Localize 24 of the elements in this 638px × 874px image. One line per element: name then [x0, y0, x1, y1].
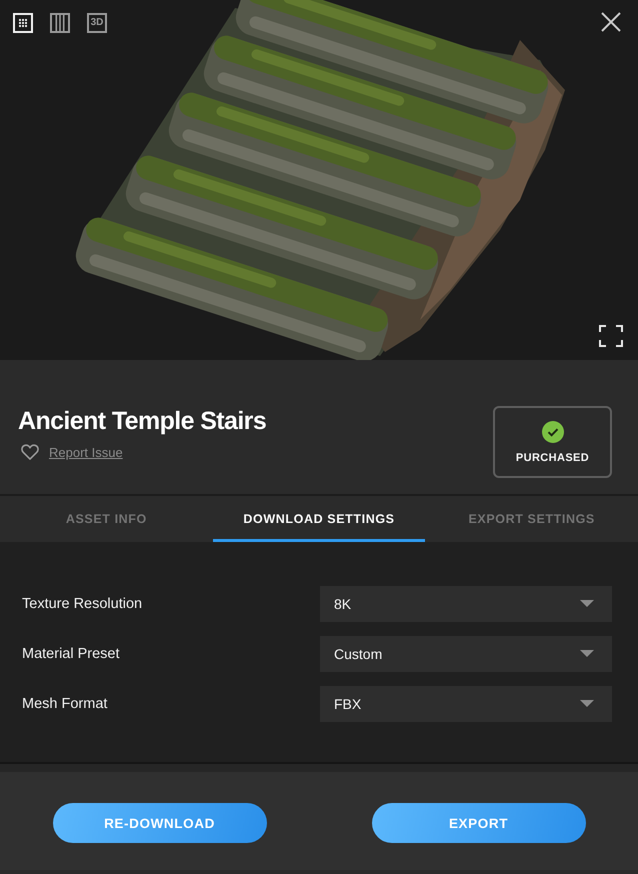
setting-label: Material Preset: [22, 646, 121, 662]
asset-title: Ancient Temple Stairs: [18, 406, 266, 436]
fullscreen-icon: [599, 325, 623, 347]
view-3d-button[interactable]: 3D: [87, 13, 107, 33]
status-label: PURCHASED: [516, 452, 590, 464]
select-field[interactable]: Custom: [320, 636, 612, 672]
heart-icon: [21, 444, 39, 460]
close-icon: [601, 12, 621, 32]
favorite-button[interactable]: [21, 444, 39, 460]
setting-label: Mesh Format: [22, 696, 108, 712]
fullscreen-button[interactable]: [599, 325, 623, 347]
close-button[interactable]: [601, 12, 621, 32]
select-field[interactable]: FBX: [320, 686, 612, 722]
grid-view-button[interactable]: [13, 13, 33, 33]
columns-view-button[interactable]: [50, 13, 70, 33]
caret-icon: [580, 700, 594, 706]
caret-icon: [580, 600, 594, 606]
select-field[interactable]: 8K: [320, 586, 612, 622]
columns-icon: [50, 13, 70, 33]
setting-label: Texture Resolution: [22, 596, 144, 612]
caret-icon: [580, 650, 594, 656]
report-issue-link[interactable]: Report Issue: [49, 444, 123, 460]
grid-icon: [13, 13, 33, 33]
check-circle-icon: [542, 420, 564, 442]
